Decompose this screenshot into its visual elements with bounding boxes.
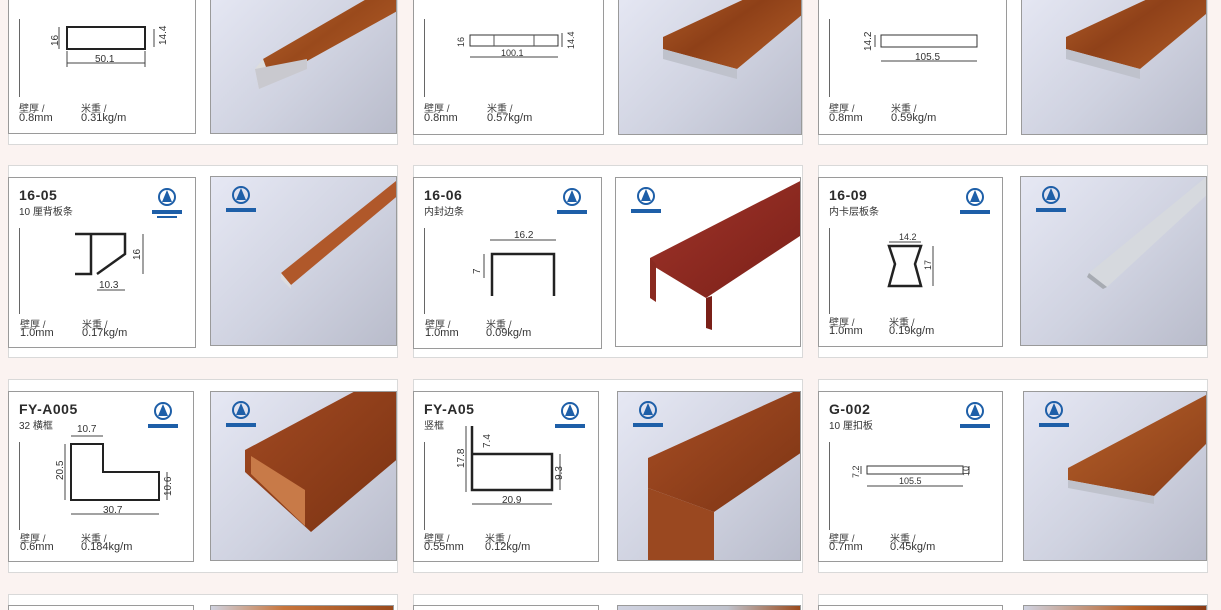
weight-value: 0.31kg/m [81,112,127,124]
wall-value: 0.8mm [19,112,53,124]
wall-value: 1.0mm [829,325,863,337]
dim-label: 16 [50,34,61,46]
weight-value: 0.19kg/m [889,325,935,337]
dim-label: 17 [923,260,933,270]
weight-value: 0.57kg/m [487,112,533,124]
wall-value: 1.0mm [20,327,54,339]
feiyue-logo-icon [1036,186,1066,212]
profile-render [1066,0,1206,79]
product-photo [617,391,801,561]
product-photo [1021,0,1207,135]
dim-label: 16.2 [514,230,534,241]
dim-label: 30.7 [103,505,123,516]
dim-label: 9.3 [554,466,565,480]
dim-label: 100.1 [501,48,524,58]
weight-value: 0.59kg/m [891,112,937,124]
product-photo [615,177,801,347]
dim-label: 20.9 [502,495,522,506]
dim-label: 7.4 [482,434,493,448]
spec-panel: 16-09 内卡层板条 14.2 17 壁厚 / 1.0mm 米重 / 0.19… [818,177,1003,347]
dim-label: 14.4 [566,31,576,49]
weight-value: 0.45kg/m [890,541,936,553]
weight-value: 0.09kg/m [486,327,532,339]
spec-panel: 16-06 内封边条 16.2 7 壁厚 / 1.0mm 米重 / 0.09kg… [413,177,602,349]
profile-render [663,0,801,79]
dim-label: 10.3 [99,280,119,291]
spec-panel [8,605,194,610]
product-photo [210,0,397,134]
product-photo [617,605,801,610]
feiyue-logo-icon [226,186,256,212]
dim-label: 105.5 [915,52,940,63]
catalog-page: 16 14.4 50.1 壁厚 / 0.8mm 米重 / 0.31kg/m 16… [0,0,1221,610]
weight-value: 0.17kg/m [82,327,128,339]
dim-label: 14.2 [899,232,917,242]
wall-value: 0.6mm [20,541,54,553]
product-photo [210,176,397,346]
wall-value: 0.8mm [829,112,863,124]
dim-label: 7.2 [851,465,861,478]
dim-label: 50.1 [95,54,115,65]
spec-panel: 16-05 10 厘背板条 16 10.3 壁厚 / 1.0mm 米重 / 0.… [8,177,196,348]
feiyue-logo-icon [631,187,661,213]
dim-label: 20.5 [55,460,66,480]
profile-render [255,0,396,89]
spec-panel: 16 14.4 50.1 壁厚 / 0.8mm 米重 / 0.31kg/m [8,0,196,134]
product-photo [210,391,397,561]
wall-value: 0.55mm [424,541,464,553]
wall-value: 0.7mm [829,541,863,553]
dim-label: 105.5 [899,476,922,486]
dim-label: 10 [961,466,971,476]
feiyue-logo-icon [1039,401,1069,427]
dim-label: 10.6 [163,476,174,496]
spec-panel: 16 14.4 100.1 壁厚 / 0.8mm 米重 / 0.57kg/m [413,0,604,135]
dim-label: 10.7 [77,424,97,435]
dim-label: 14.4 [158,25,169,45]
weight-value: 0.12kg/m [485,541,531,553]
feiyue-logo-icon [633,401,663,427]
spec-panel [818,605,1003,610]
dim-label: 16 [132,248,143,260]
feiyue-logo-icon [226,401,256,427]
product-photo [1020,176,1207,346]
spec-panel [413,605,599,610]
spec-panel: FY-A005 32 横框 10.7 20.5 10.6 30.7 壁厚 / 0… [8,391,194,562]
product-photo [1023,391,1207,561]
spec-panel: G-002 10 厘扣板 7.2 10 105.5 壁厚 / 0.7mm 米重 … [818,391,1003,562]
wall-value: 1.0mm [425,327,459,339]
product-photo [618,0,802,135]
dim-label: 17.8 [456,448,467,468]
product-photo [210,605,394,610]
wall-value: 0.8mm [424,112,458,124]
dim-label: 14.2 [863,31,874,51]
dim-label: 7 [472,268,483,274]
dim-label: 16 [456,37,466,47]
spec-panel: 14.2 105.5 壁厚 / 0.8mm 米重 / 0.59kg/m [818,0,1007,135]
weight-value: 0.184kg/m [81,541,133,553]
product-photo [1023,605,1207,610]
spec-panel: FY-A05 竖框 7.4 17.8 9.3 20.9 壁厚 / 0.55mm … [413,391,599,562]
